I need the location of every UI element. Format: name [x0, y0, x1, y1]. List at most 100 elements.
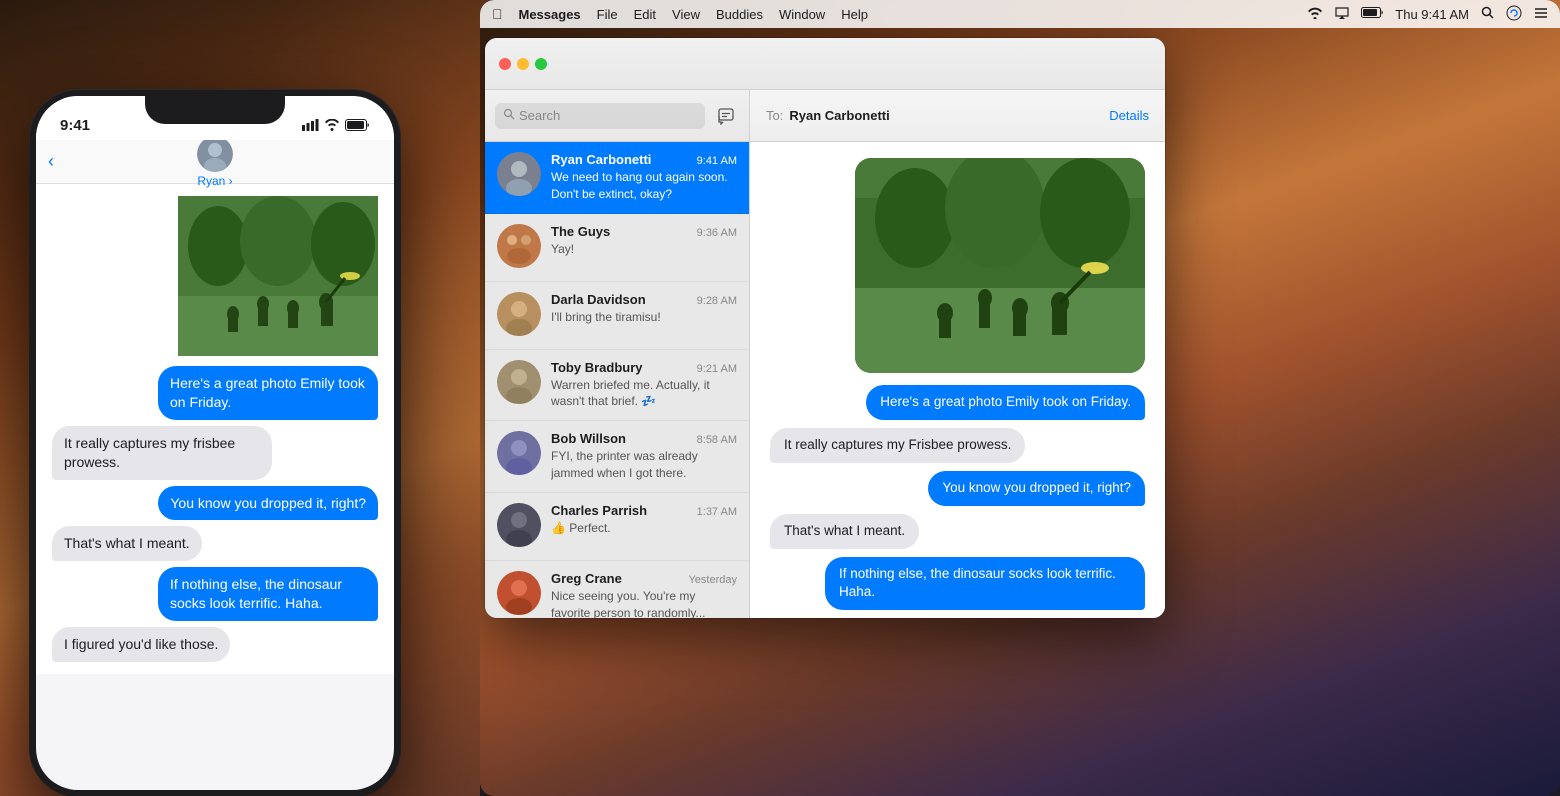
spotlight-icon[interactable]	[1481, 6, 1494, 22]
message-received-1: It really captures my Frisbee prowess.	[770, 428, 1025, 463]
conv-preview-darla: I'll bring the tiramisu!	[551, 309, 737, 326]
iphone-nav-center: Ryan ›	[52, 136, 378, 188]
iphone-back-button[interactable]: ‹	[48, 151, 54, 172]
photo-message	[855, 158, 1145, 373]
conv-name-ryan: Ryan Carbonetti	[551, 152, 651, 167]
iphone-time: 9:41	[60, 117, 90, 134]
iphone-message-received-1: It really captures my frisbee prowess.	[52, 426, 272, 480]
conversation-item-greg[interactable]: Greg Crane Yesterday Nice seeing you. Yo…	[485, 561, 749, 618]
macos-desktop:  Messages File Edit View Buddies Window…	[480, 0, 1560, 796]
chat-to-name: Ryan Carbonetti	[789, 108, 889, 123]
conversation-list: Ryan Carbonetti 9:41 AM We need to hang …	[485, 142, 749, 618]
avatar-bob	[497, 431, 541, 475]
close-button[interactable]	[499, 58, 511, 70]
messages-window: Search	[485, 38, 1165, 618]
conv-preview-ryan: We need to hang out again soon. Don't be…	[551, 169, 737, 203]
menubar-buddies[interactable]: Buddies	[716, 7, 763, 22]
notif-icon[interactable]	[1534, 6, 1548, 23]
menubar-help[interactable]: Help	[841, 7, 868, 22]
iphone-bezel: 9:41 ‹ Ryan ›	[30, 90, 400, 796]
message-sent-3: If nothing else, the dinosaur socks look…	[825, 557, 1145, 611]
iphone-message-sent-2: You know you dropped it, right?	[158, 486, 378, 521]
menubar:  Messages File Edit View Buddies Window…	[480, 0, 1560, 28]
avatar-charles	[497, 503, 541, 547]
window-toolbar	[485, 38, 1165, 90]
conversation-item-charles[interactable]: Charles Parrish 1:37 AM 👍 Perfect.	[485, 493, 749, 561]
conv-body-charles: Charles Parrish 1:37 AM 👍 Perfect.	[551, 503, 737, 537]
avatar-greg	[497, 571, 541, 615]
conv-name-bob: Bob Willson	[551, 431, 626, 446]
message-sent-2: You know you dropped it, right?	[928, 471, 1145, 506]
conv-body-greg: Greg Crane Yesterday Nice seeing you. Yo…	[551, 571, 737, 618]
photo-image	[855, 158, 1145, 373]
maximize-button[interactable]	[535, 58, 547, 70]
details-button[interactable]: Details	[1109, 108, 1149, 123]
conv-body-toby: Toby Bradbury 9:21 AM Warren briefed me.…	[551, 360, 737, 411]
conv-name-toby: Toby Bradbury	[551, 360, 643, 375]
menubar-file[interactable]: File	[597, 7, 618, 22]
compose-button[interactable]	[713, 103, 739, 129]
conv-time-charles: 1:37 AM	[697, 506, 737, 518]
sidebar-toolbar: Search	[485, 90, 749, 142]
conv-preview-bob: FYI, the printer was already jammed when…	[551, 448, 737, 482]
search-icon	[503, 108, 515, 123]
chat-to: To: Ryan Carbonetti	[766, 108, 890, 123]
chat-messages: Here's a great photo Emily took on Frida…	[750, 142, 1165, 618]
conversation-item-bob[interactable]: Bob Willson 8:58 AM FYI, the printer was…	[485, 421, 749, 493]
iphone-messages: Here's a great photo Emily took on Frida…	[36, 184, 394, 674]
laptop-screen:  Messages File Edit View Buddies Window…	[480, 0, 1560, 796]
message-sent-1: Here's a great photo Emily took on Frida…	[866, 385, 1145, 420]
conv-name-charles: Charles Parrish	[551, 503, 647, 518]
wifi-menubar-icon	[1307, 7, 1323, 22]
conversation-item-guys[interactable]: The Guys 9:36 AM Yay!	[485, 214, 749, 282]
conv-preview-charles: 👍 Perfect.	[551, 520, 737, 537]
sidebar: Search	[485, 90, 750, 618]
conv-time-greg: Yesterday	[688, 574, 737, 586]
conv-preview-greg: Nice seeing you. You're my favorite pers…	[551, 588, 737, 618]
menubar-view[interactable]: View	[672, 7, 700, 22]
avatar-darla	[497, 292, 541, 336]
conversation-item-toby[interactable]: Toby Bradbury 9:21 AM Warren briefed me.…	[485, 350, 749, 422]
conv-preview-guys: Yay!	[551, 241, 737, 258]
chat-toolbar: To: Ryan Carbonetti Details	[750, 90, 1165, 142]
conv-time-darla: 9:28 AM	[697, 295, 737, 307]
iphone-photo-message	[178, 196, 378, 356]
traffic-lights	[499, 58, 547, 70]
chat-area: To: Ryan Carbonetti Details	[750, 90, 1165, 618]
conv-body-ryan: Ryan Carbonetti 9:41 AM We need to hang …	[551, 152, 737, 203]
menubar-window[interactable]: Window	[779, 7, 825, 22]
menubar-time: Thu 9:41 AM	[1395, 7, 1469, 22]
minimize-button[interactable]	[517, 58, 529, 70]
conversation-item-ryan[interactable]: Ryan Carbonetti 9:41 AM We need to hang …	[485, 142, 749, 214]
siri-icon[interactable]	[1506, 5, 1522, 24]
iphone-contact-name[interactable]: Ryan ›	[197, 174, 232, 188]
menubar-right: Thu 9:41 AM	[1307, 5, 1548, 24]
app-name-menu[interactable]: Messages	[519, 7, 581, 22]
search-bar[interactable]: Search	[495, 103, 705, 129]
conv-body-darla: Darla Davidson 9:28 AM I'll bring the ti…	[551, 292, 737, 326]
conv-time-toby: 9:21 AM	[697, 363, 737, 375]
iphone-message-sent-3: If nothing else, the dinosaur socks look…	[158, 567, 378, 621]
apple-menu[interactable]: 	[492, 6, 503, 22]
conv-name-guys: The Guys	[551, 224, 610, 239]
chat-to-label: To:	[766, 108, 783, 123]
airplay-menubar-icon	[1335, 7, 1349, 22]
conv-body-guys: The Guys 9:36 AM Yay!	[551, 224, 737, 258]
avatar-ryan	[497, 152, 541, 196]
iphone-message-sent-1: Here's a great photo Emily took on Frida…	[158, 366, 378, 420]
conv-name-darla: Darla Davidson	[551, 292, 646, 307]
conv-time-bob: 8:58 AM	[697, 434, 737, 446]
avatar-guys	[497, 224, 541, 268]
conversation-item-darla[interactable]: Darla Davidson 9:28 AM I'll bring the ti…	[485, 282, 749, 350]
menubar-edit[interactable]: Edit	[634, 7, 656, 22]
conv-time-ryan: 9:41 AM	[697, 155, 737, 167]
conv-time-guys: 9:36 AM	[697, 227, 737, 239]
menubar-left:  Messages File Edit View Buddies Window…	[492, 6, 1307, 22]
search-placeholder-text: Search	[519, 108, 560, 123]
laptop-bezel:  Messages File Edit View Buddies Window…	[480, 0, 1560, 796]
window-content: Search	[485, 90, 1165, 618]
conv-body-bob: Bob Willson 8:58 AM FYI, the printer was…	[551, 431, 737, 482]
conv-preview-toby: Warren briefed me. Actually, it wasn't t…	[551, 377, 737, 411]
iphone-contact-avatar	[197, 136, 233, 172]
conv-name-greg: Greg Crane	[551, 571, 622, 586]
